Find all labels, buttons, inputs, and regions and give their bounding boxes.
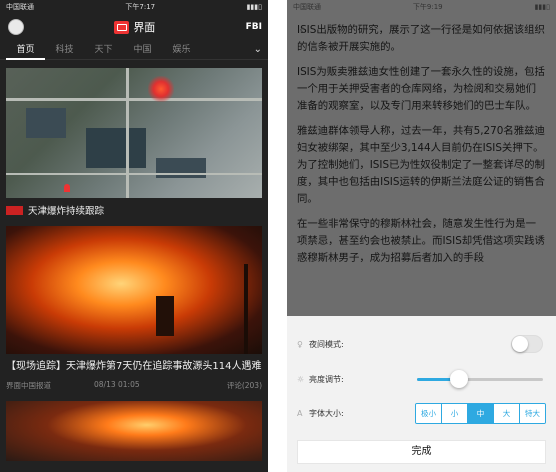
night-mode-row: ♀ 夜间模式: <box>287 334 556 354</box>
font-size-option[interactable]: 特大 <box>520 403 545 423</box>
tab-world[interactable]: 天下 <box>84 40 123 60</box>
night-mode-toggle[interactable] <box>511 335 543 353</box>
article-headline[interactable]: 【现场追踪】天津爆炸第7天仍在追踪事故源头114人遇难 <box>6 360 262 373</box>
left-phone-screen: 中国联通 下午7:17 ▮▮▮▯ 界面 FBI 首页 科技 天下 中国 娱乐 ⌄ <box>0 0 268 472</box>
brightness-slider[interactable] <box>417 369 543 389</box>
satellite-image[interactable] <box>6 68 262 198</box>
done-button[interactable]: 完成 <box>297 440 546 464</box>
tab-entertainment[interactable]: 娱乐 <box>162 40 201 60</box>
right-phone-screen: 中国联通 下午9:19 ▮▮▮▯ ‹ ISIS出版物的研究，展示了这一行径是如何… <box>287 0 556 472</box>
explosion-photo[interactable] <box>6 226 262 354</box>
battery-icon: ▮▮▮▯ <box>534 3 550 11</box>
channel-tabs: 首页 科技 天下 中国 娱乐 ⌄ <box>0 40 268 60</box>
tab-home[interactable]: 首页 <box>6 40 45 60</box>
font-size-row: A 字体大小: 极小 小 中 大 特大 <box>287 402 556 424</box>
font-size-selector: 极小 小 中 大 特大 <box>415 402 546 424</box>
location-pin-icon <box>64 184 70 192</box>
chevron-down-icon[interactable]: ⌄ <box>254 44 262 55</box>
article-body: ISIS出版物的研究，展示了这一行径是如何依据该组织的信条被开展实施的。 ISI… <box>287 14 556 267</box>
topic-title: 天津爆炸持续跟踪 <box>28 206 105 217</box>
toggle-knob <box>512 336 528 352</box>
font-size-label: 字体大小: <box>309 408 344 418</box>
reading-settings-panel: ♀ 夜间模式: ☼ 亮度调节: A 字体大小: 极小 小 中 大 特大 完成 <box>287 316 556 472</box>
back-icon[interactable]: ‹ <box>299 22 305 38</box>
time-label: 下午7:17 <box>125 3 156 11</box>
slider-knob[interactable] <box>449 370 468 388</box>
font-size-option[interactable]: 中 <box>468 403 494 423</box>
tab-tech[interactable]: 科技 <box>45 40 84 60</box>
font-size-icon: A <box>297 408 303 418</box>
status-bar: 中国联通 下午7:17 ▮▮▮▯ <box>0 0 268 14</box>
article-paragraph: 雅兹迪群体领导人称，过去一年，共有5,270名雅兹迪妇女被绑架，其中至少3,14… <box>297 125 545 205</box>
brightness-row: ☼ 亮度调节: <box>287 369 556 389</box>
brand: 界面 <box>114 19 155 35</box>
tower-silhouette <box>156 296 174 336</box>
article-meta: 界面中国报道 08/13 01:05 评论(203) <box>6 380 262 391</box>
avatar[interactable] <box>8 19 24 35</box>
article-source: 界面中国报道 <box>6 381 51 390</box>
font-size-option[interactable]: 极小 <box>416 403 442 423</box>
article-overlay: ‹ ISIS出版物的研究，展示了这一行径是如何依据该组织的信条被开展实施的。 I… <box>287 14 556 316</box>
comment-count[interactable]: 评论(203) <box>227 380 262 391</box>
news-feed: 天津爆炸持续跟踪 【现场追踪】天津爆炸第7天仍在追踪事故源头114人遇难 界面中… <box>0 68 268 461</box>
font-size-option[interactable]: 小 <box>442 403 468 423</box>
font-size-option[interactable]: 大 <box>494 403 520 423</box>
sun-icon: ☼ <box>297 374 305 384</box>
article-paragraph: ISIS出版物的研究，展示了这一行径是如何依据该组织的信条被开展实施的。 <box>297 24 545 53</box>
carrier-label: 中国联通 <box>293 3 321 11</box>
topic-caption[interactable]: 天津爆炸持续跟踪 <box>6 198 262 222</box>
bulb-icon: ♀ <box>297 339 303 349</box>
explosion-marker <box>148 76 174 102</box>
brand-logo-icon <box>114 20 130 34</box>
explosion-photo-2[interactable] <box>6 401 262 461</box>
pole-silhouette <box>244 264 248 354</box>
app-header: 界面 FBI <box>0 14 268 40</box>
brightness-label: 亮度调节: <box>309 374 344 384</box>
tab-china[interactable]: 中国 <box>123 40 162 60</box>
article-paragraph: ISIS为贩卖雅兹迪女性创建了一套永久性的设施，包括一个用于关押受害者的仓库网络… <box>297 66 545 112</box>
battery-icon: ▮▮▮▯ <box>246 3 262 11</box>
article-paragraph: 在一些非常保守的穆斯林社会，随意发生性行为是一项禁忌，甚至约会也被禁止。而ISI… <box>297 218 545 264</box>
fbi-button[interactable]: FBI <box>246 22 262 32</box>
time-label: 下午9:19 <box>412 3 443 11</box>
article-time: 08/13 01:05 <box>94 380 140 389</box>
status-bar: 中国联通 下午9:19 ▮▮▮▯ <box>287 0 556 14</box>
topic-tag <box>6 205 23 215</box>
night-mode-label: 夜间模式: <box>309 339 344 349</box>
brand-title: 界面 <box>133 21 156 34</box>
carrier-label: 中国联通 <box>6 3 34 11</box>
